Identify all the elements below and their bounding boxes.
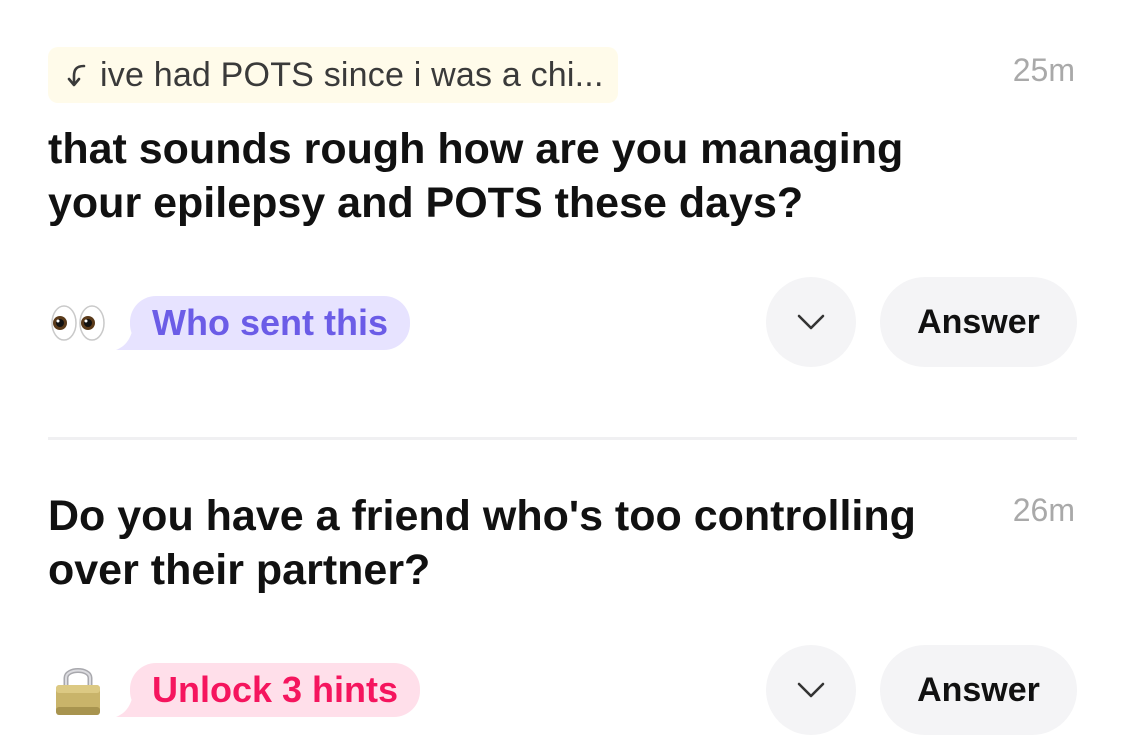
answer-button[interactable]: Answer	[880, 277, 1077, 367]
expand-button[interactable]	[766, 645, 856, 735]
question-card[interactable]: 26m Do you have a friend who's too contr…	[0, 440, 1125, 735]
chevron-down-icon	[797, 314, 825, 330]
who-sent-this-button[interactable]: Who sent this	[116, 296, 410, 350]
chevron-down-icon	[797, 682, 825, 698]
reply-arrow-icon	[67, 64, 86, 87]
unlock-hints-label: Unlock 3 hints	[152, 669, 399, 710]
hint-row: Unlock 3 hints	[48, 660, 421, 720]
unlock-hints-button[interactable]: Unlock 3 hints	[116, 663, 421, 717]
expand-button[interactable]	[766, 277, 856, 367]
question-card[interactable]: ive had POTS since i was a chi... 25m th…	[0, 0, 1125, 437]
question-text: that sounds rough how are you managing y…	[48, 125, 904, 227]
bubble-tail-icon	[116, 322, 156, 350]
answer-button[interactable]: Answer	[880, 645, 1077, 735]
hint-row: Who sent this	[48, 293, 410, 353]
eyes-emoji-icon	[51, 305, 105, 341]
lock-emoji-icon	[56, 668, 100, 715]
bubble-tail-icon	[116, 689, 156, 717]
reply-preview-text: ive had POTS since i was a chi...	[100, 55, 604, 94]
timestamp: 26m	[1012, 492, 1075, 528]
who-sent-this-label: Who sent this	[152, 302, 388, 343]
question-text: Do you have a friend who's too controlli…	[48, 492, 916, 594]
timestamp: 25m	[1012, 52, 1075, 88]
reply-preview[interactable]: ive had POTS since i was a chi...	[48, 47, 618, 103]
